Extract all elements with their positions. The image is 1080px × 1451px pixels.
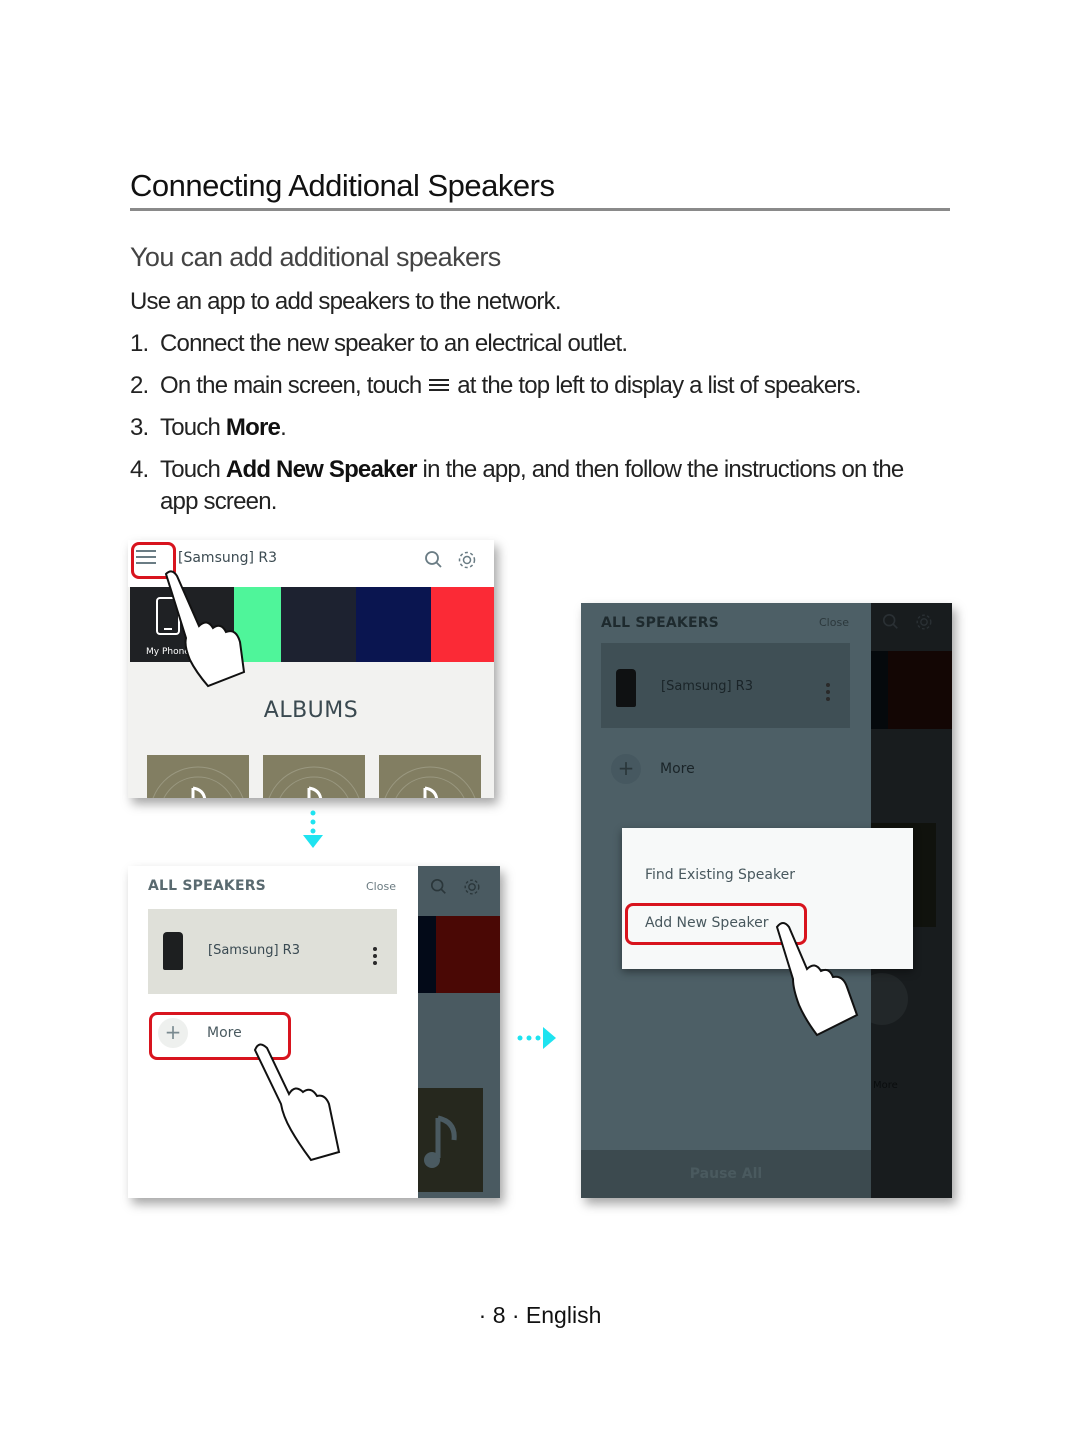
add-speaker-popup: Find Existing Speaker Add New Speaker: [622, 828, 913, 969]
more-button[interactable]: More: [660, 761, 695, 777]
background-album: [418, 1088, 483, 1192]
flow-arrow-right-icon: [517, 1027, 556, 1049]
pause-all-button[interactable]: Pause All: [581, 1150, 871, 1198]
background-tile: [418, 916, 436, 993]
title-divider: [130, 208, 950, 211]
search-icon: [882, 613, 898, 629]
intro-text: Use an app to add speakers to the networ…: [130, 288, 561, 315]
music-note-icon: [384, 766, 476, 798]
albums-heading: ALBUMS: [263, 698, 359, 723]
highlight-add-new-speaker: [625, 903, 807, 945]
background-more-label: More: [873, 1080, 898, 1091]
speaker-image: [616, 669, 636, 707]
step-1: 1. Connect the new speaker to an electric…: [130, 330, 628, 357]
screenshot-add-speaker-menu: More ALL SPEAKERS Close [Samsung] R3 + M…: [581, 603, 952, 1198]
flow-arrow-down-icon: [303, 810, 323, 848]
music-note-icon: [152, 766, 244, 798]
screenshot-speaker-list: ALL SPEAKERS Close [Samsung] R3 + More: [128, 866, 500, 1198]
drawer-title: ALL SPEAKERS: [148, 878, 266, 894]
album-cover[interactable]: [263, 755, 365, 798]
music-note-icon: [424, 1115, 457, 1168]
highlight-menu-button: [131, 542, 176, 579]
album-cover[interactable]: [147, 755, 249, 798]
gear-icon: [916, 614, 932, 630]
source-tile[interactable]: [234, 587, 281, 662]
section-subtitle: You can add additional speakers: [130, 242, 501, 272]
phone-icon: [156, 597, 180, 635]
album-cover[interactable]: [379, 755, 481, 798]
step-3: 3. Touch More.: [130, 414, 287, 441]
speaker-name: [Samsung] R3: [661, 679, 753, 694]
app-top-bar: [Samsung] R3: [128, 540, 494, 587]
source-tile[interactable]: [356, 587, 431, 662]
speaker-name: [Samsung] R3: [208, 943, 300, 958]
speaker-item[interactable]: [Samsung] R3: [148, 909, 397, 994]
more-options-icon[interactable]: [826, 683, 830, 704]
my-phone-label: My Phone: [146, 647, 190, 657]
find-existing-speaker-option[interactable]: Find Existing Speaker: [645, 867, 795, 883]
source-tile[interactable]: [431, 587, 494, 662]
my-phone-tile[interactable]: My Phone: [130, 587, 234, 662]
page-footer: · 8 · English: [478, 1302, 602, 1328]
search-icon[interactable]: [424, 550, 444, 570]
gear-icon[interactable]: [456, 549, 478, 571]
more-options-icon[interactable]: [373, 947, 377, 968]
screenshot-main-screen: [Samsung] R3 My Phone ALBUMS: [128, 540, 494, 798]
speaker-item[interactable]: [Samsung] R3: [601, 643, 850, 728]
search-icon: [430, 878, 446, 894]
plus-icon: +: [611, 754, 641, 784]
step-4: 4. Touch Add New Speaker in the app, and …: [130, 456, 904, 483]
hamburger-menu-icon: [429, 376, 450, 394]
step-4-continuation: app screen.: [160, 488, 277, 515]
drawer-title: ALL SPEAKERS: [601, 615, 719, 631]
gear-icon: [464, 879, 480, 895]
source-tile[interactable]: [281, 587, 356, 662]
page-title: Connecting Additional Speakers: [130, 168, 555, 203]
close-button[interactable]: Close: [819, 616, 849, 629]
app-title: [Samsung] R3: [178, 550, 278, 566]
speaker-image: [163, 932, 183, 970]
close-button[interactable]: Close: [366, 880, 396, 893]
background-tile: [871, 651, 888, 729]
highlight-more-button: [149, 1012, 291, 1060]
step-2: 2. On the main screen, touch at the top l…: [130, 372, 862, 399]
music-note-icon: [268, 766, 360, 798]
